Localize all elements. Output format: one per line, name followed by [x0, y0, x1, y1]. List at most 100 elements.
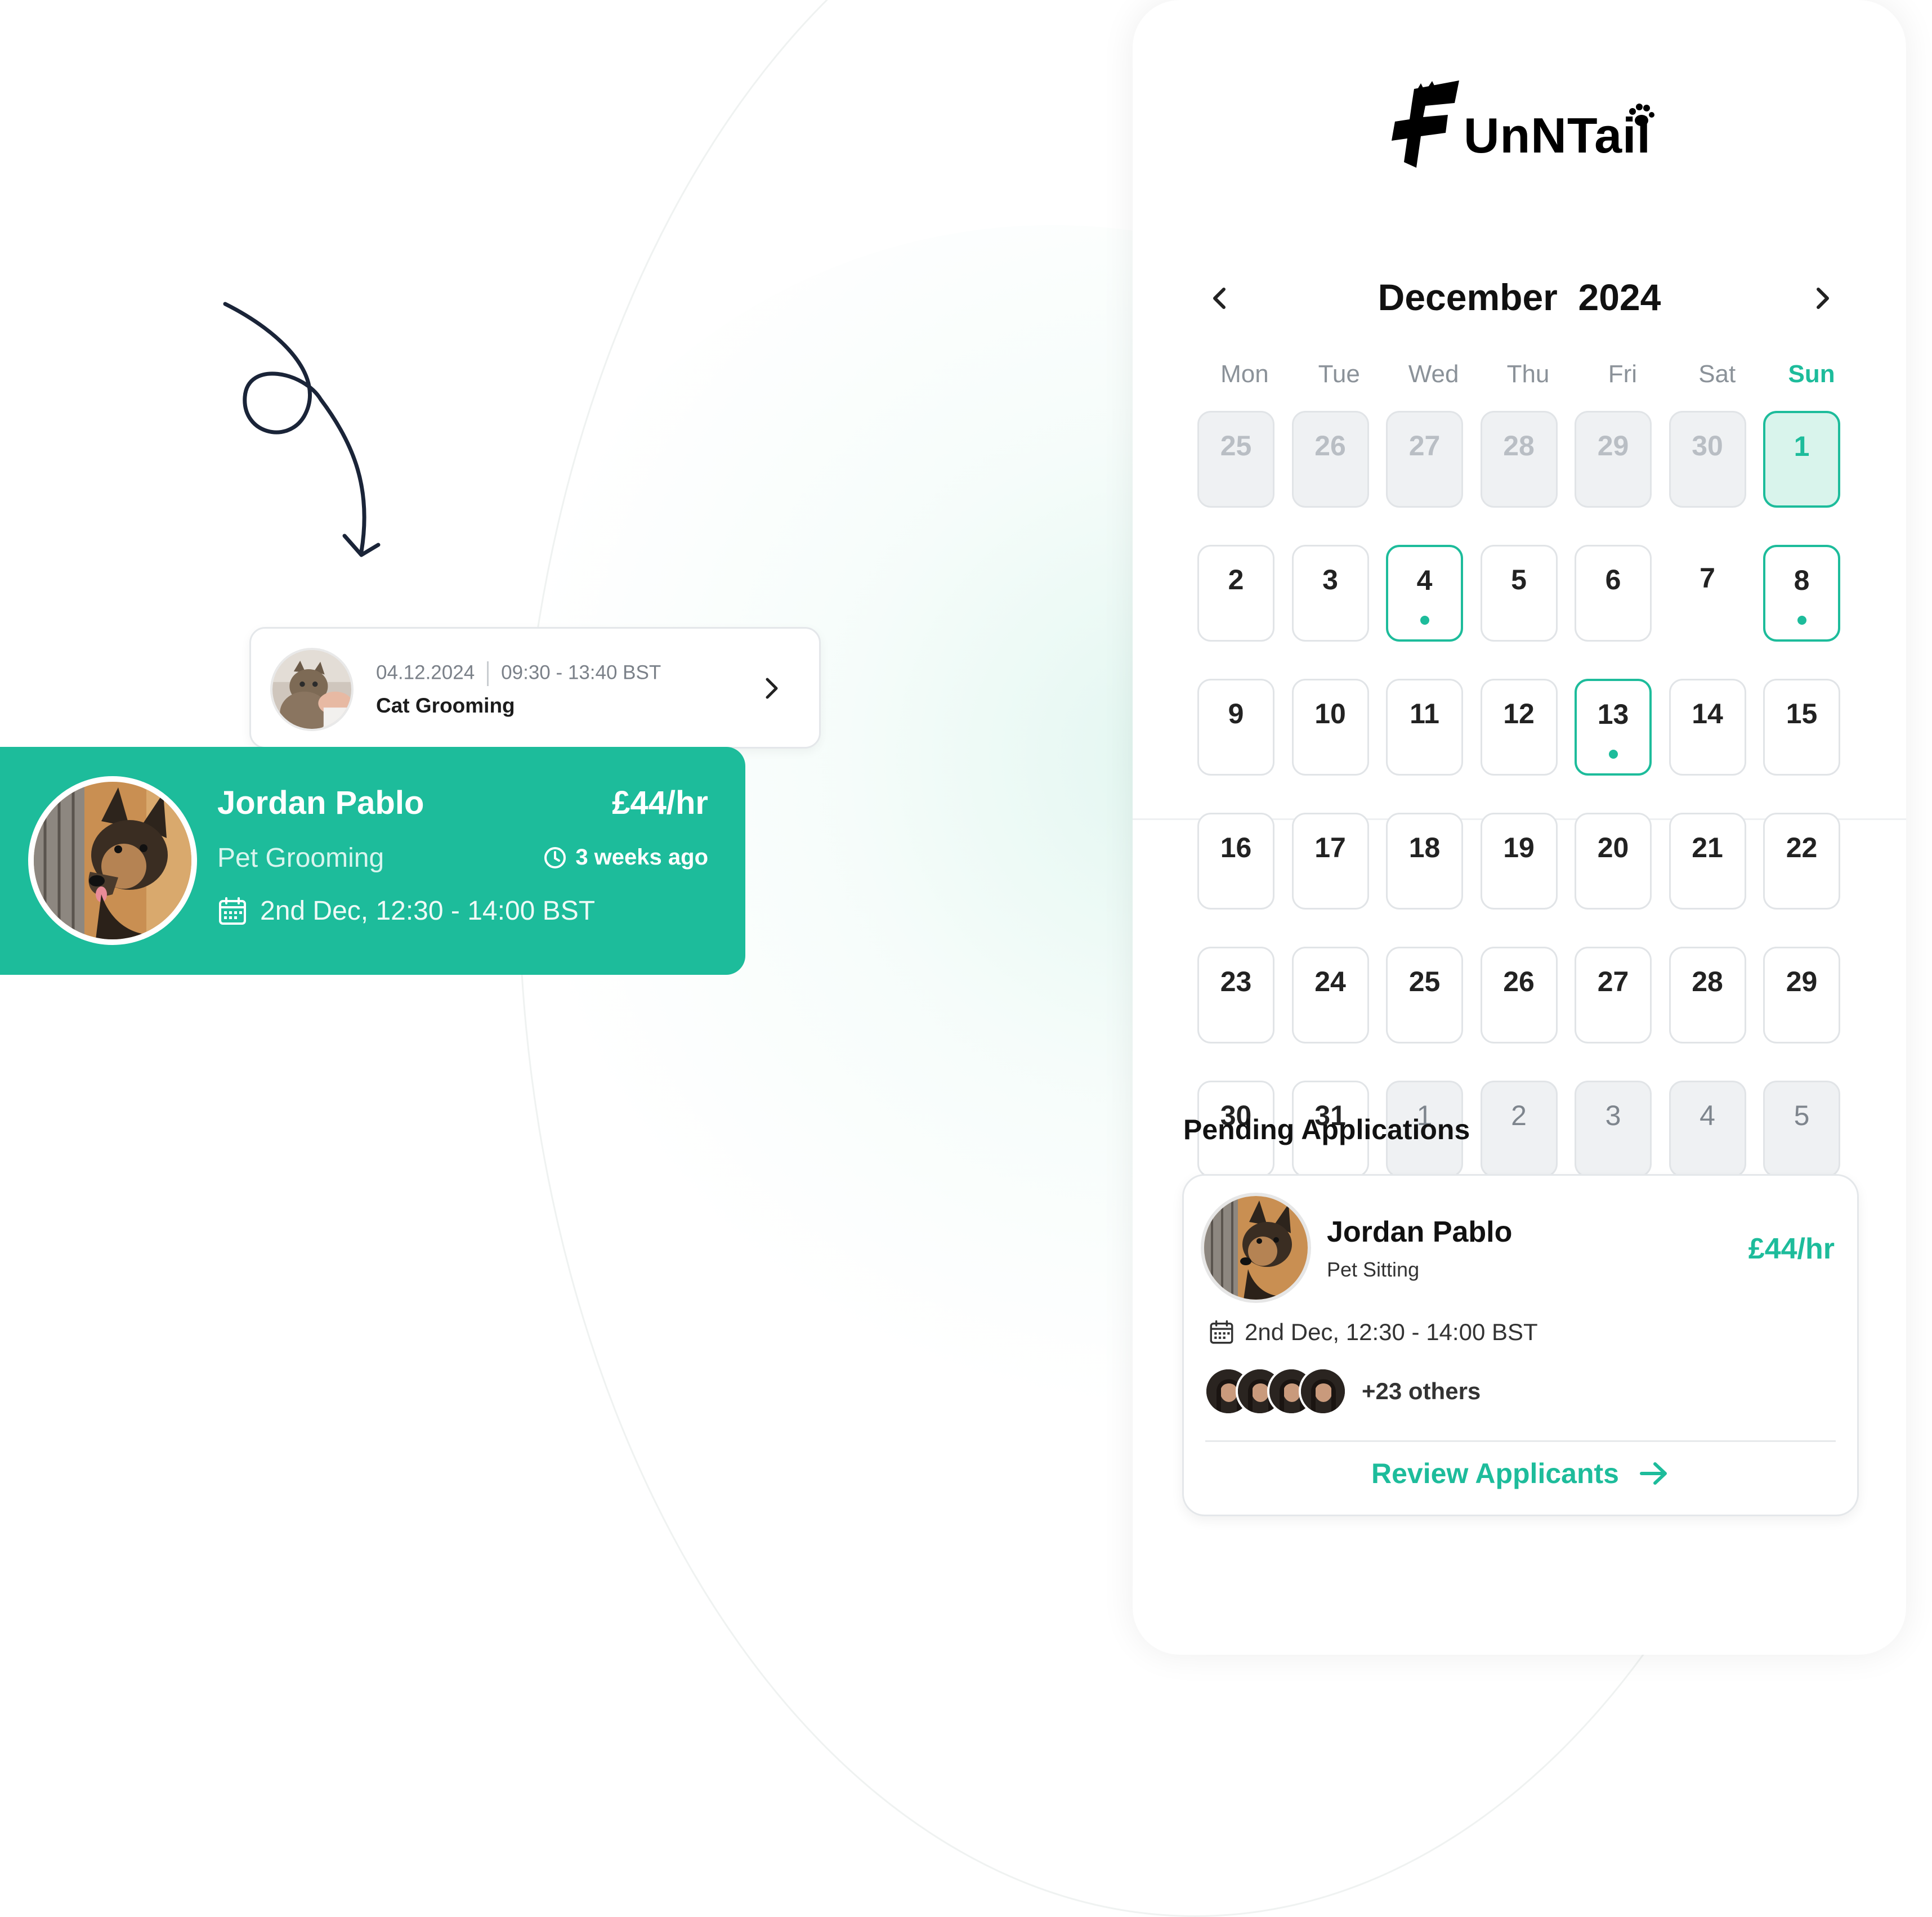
calendar-day[interactable]: 2	[1197, 545, 1274, 642]
calendar-day-number: 2	[1228, 564, 1244, 595]
calendar-day[interactable]: 29	[1763, 947, 1840, 1043]
calendar-day[interactable]: 25	[1197, 411, 1274, 508]
calendar-day[interactable]: 15	[1763, 679, 1840, 776]
calendar-day[interactable]: 6	[1575, 545, 1652, 642]
calendar-day[interactable]: 16	[1197, 813, 1274, 910]
calendar-day[interactable]: 3	[1575, 1081, 1652, 1177]
month-year: 2024	[1578, 276, 1661, 318]
calendar-day-number: 7	[1700, 562, 1715, 594]
appointment-card[interactable]: 04.12.2024 09:30 - 13:40 BST Cat Grooming	[249, 627, 821, 749]
calendar-day[interactable]: 7	[1669, 545, 1746, 642]
calendar-day-number: 3	[1605, 1100, 1621, 1131]
calendar-day[interactable]: 22	[1763, 813, 1840, 910]
calendar-icon	[219, 897, 246, 925]
dog-photo-icon	[1204, 1196, 1308, 1300]
review-applicants-button[interactable]: Review Applicants	[1184, 1457, 1857, 1490]
calendar-day-number: 29	[1597, 430, 1629, 462]
calendar-day-number: 30	[1692, 430, 1723, 462]
calendar-day[interactable]: 21	[1669, 813, 1746, 910]
calendar-day-number: 25	[1220, 430, 1252, 462]
calendar-day[interactable]: 12	[1480, 679, 1558, 776]
calendar-day[interactable]: 30	[1669, 411, 1746, 508]
job-card[interactable]: Jordan Pablo £44/hr Pet Grooming 3 weeks…	[0, 747, 745, 975]
brand-name: UnNTail	[1464, 108, 1651, 163]
dog-avatar	[1201, 1193, 1311, 1303]
card-divider	[1205, 1440, 1836, 1442]
calendar-day[interactable]: 27	[1575, 947, 1652, 1043]
month-name: December	[1378, 276, 1558, 318]
application-schedule: 2nd Dec, 12:30 - 14:00 BST	[1209, 1319, 1538, 1346]
review-applicants-label: Review Applicants	[1371, 1458, 1619, 1489]
calendar-day[interactable]: 17	[1291, 813, 1369, 910]
calendar-day[interactable]: 26	[1291, 411, 1369, 508]
pending-application-card[interactable]: Jordan Pablo Pet Sitting £44/hr 2nd Dec,…	[1182, 1174, 1859, 1516]
calendar-day-number: 16	[1220, 832, 1252, 863]
others-count: +23 others	[1362, 1378, 1481, 1404]
applicant-service: Pet Sitting	[1327, 1258, 1420, 1281]
weekday-tue: Tue	[1318, 360, 1360, 388]
calendar-day-number: 5	[1794, 1100, 1810, 1131]
calendar-day-number: 10	[1314, 698, 1346, 729]
calendar-day[interactable]: 23	[1197, 947, 1274, 1043]
calendar-day-number: 22	[1786, 832, 1818, 863]
job-service: Pet Grooming	[217, 843, 384, 873]
calendar-grid: 25 26 27 28 29 30 1 2 3 4 5 6 7 8 9 10 11 12 13 14 15 16 17 18 1…	[1197, 411, 1859, 1177]
calendar-day[interactable]: 18	[1386, 813, 1463, 910]
calendar-day[interactable]: 29	[1575, 411, 1652, 508]
job-rate: £44/hr	[612, 785, 708, 821]
dog-photo-icon	[34, 782, 191, 939]
calendar-day-number: 17	[1314, 832, 1346, 863]
chevron-right-icon[interactable]	[761, 673, 783, 704]
weekday-thu: Thu	[1506, 360, 1550, 388]
application-schedule-label: 2nd Dec, 12:30 - 14:00 BST	[1245, 1319, 1538, 1345]
weekday-sun: Sun	[1788, 360, 1835, 388]
calendar-day-number: 20	[1597, 832, 1629, 863]
calendar-day[interactable]: 27	[1386, 411, 1463, 508]
applicant-avatar	[1299, 1367, 1347, 1416]
calendar-day[interactable]: 24	[1291, 947, 1369, 1043]
calendar-day[interactable]: 5	[1763, 1081, 1840, 1177]
calendar-day[interactable]: 20	[1575, 813, 1652, 910]
calendar-day-number: 24	[1314, 966, 1346, 997]
calendar-day[interactable]: 19	[1480, 813, 1558, 910]
calendar-day[interactable]: 28	[1480, 411, 1558, 508]
calendar-day[interactable]: 26	[1480, 947, 1558, 1043]
calendar-day-number: 27	[1597, 966, 1629, 997]
calendar-day[interactable]: 4	[1386, 545, 1463, 642]
weekday-header: Mon Tue Wed Thu Fri Sat Sun	[1197, 360, 1859, 388]
calendar-day[interactable]: 2	[1480, 1081, 1558, 1177]
calendar-icon	[1210, 1320, 1233, 1344]
event-indicator-dot	[1608, 750, 1618, 759]
calendar-day[interactable]: 11	[1386, 679, 1463, 776]
calendar-day-number: 1	[1794, 431, 1810, 462]
calendar-day[interactable]: 8	[1763, 545, 1840, 642]
weekday-mon: Mon	[1220, 360, 1269, 388]
calendar-day-number: 29	[1786, 966, 1818, 997]
applicant-rate: £44/hr	[1748, 1233, 1835, 1265]
calendar-day[interactable]: 3	[1291, 545, 1369, 642]
calendar-day[interactable]: 14	[1669, 679, 1746, 776]
person-photo-icon	[1301, 1369, 1345, 1413]
calendar-day-number: 18	[1408, 832, 1441, 863]
calendar-day[interactable]: 10	[1291, 679, 1369, 776]
calendar-day[interactable]: 5	[1480, 545, 1558, 642]
next-month-button[interactable]	[1808, 281, 1836, 315]
appointment-datetime: 04.12.2024 09:30 - 13:40 BST	[376, 661, 661, 686]
weekday-sat: Sat	[1698, 360, 1736, 388]
calendar-day-number: 28	[1692, 966, 1723, 997]
calendar-day-number: 11	[1410, 698, 1439, 729]
job-posted-time: 3 weeks ago	[543, 845, 708, 870]
calendar-day[interactable]: 25	[1386, 947, 1463, 1043]
calendar-day-number: 26	[1314, 430, 1346, 462]
calendar-day-number: 4	[1416, 565, 1433, 596]
calendar-day[interactable]: 1	[1763, 411, 1840, 508]
calendar-day[interactable]: 13	[1575, 679, 1652, 776]
calendar-day[interactable]: 28	[1669, 947, 1746, 1043]
calendar-day-number: 28	[1503, 430, 1535, 462]
calendar-day[interactable]: 4	[1669, 1081, 1746, 1177]
calendar-day[interactable]: 9	[1197, 679, 1274, 776]
applicant-avatars[interactable]: +23 others	[1204, 1367, 1481, 1416]
calendar-day-number: 6	[1605, 564, 1621, 595]
event-indicator-dot	[1420, 616, 1429, 625]
job-schedule: 2nd Dec, 12:30 - 14:00 BST	[217, 895, 595, 926]
